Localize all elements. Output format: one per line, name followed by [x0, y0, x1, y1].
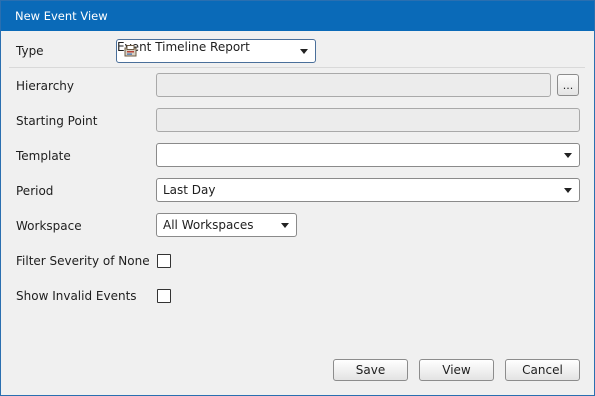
workspace-value: All Workspaces — [163, 218, 254, 232]
chevron-down-icon — [281, 223, 289, 228]
hierarchy-label: Hierarchy — [16, 79, 75, 93]
period-value: Last Day — [163, 183, 216, 197]
cancel-button[interactable]: Cancel — [505, 359, 580, 381]
type-dropdown[interactable]: Event Timeline Report — [116, 39, 316, 63]
view-button[interactable]: View — [419, 359, 494, 381]
period-dropdown[interactable]: Last Day — [156, 178, 580, 202]
filter-severity-label: Filter Severity of None — [16, 254, 150, 268]
dialog-title: New Event View — [15, 9, 108, 23]
filter-severity-checkbox[interactable] — [157, 254, 171, 268]
starting-point-field[interactable] — [156, 108, 580, 132]
chevron-down-icon — [564, 188, 572, 193]
starting-point-label: Starting Point — [16, 114, 98, 128]
title-bar: New Event View — [1, 1, 594, 31]
browse-hierarchy-button[interactable]: ... — [557, 74, 579, 96]
type-label: Type — [16, 44, 44, 58]
template-label: Template — [16, 149, 71, 163]
workspace-label: Workspace — [16, 219, 82, 233]
show-invalid-checkbox[interactable] — [157, 289, 171, 303]
hierarchy-field[interactable] — [156, 73, 551, 97]
chevron-down-icon — [300, 49, 308, 54]
new-event-view-dialog: New Event View Type Event Timeline Repor… — [0, 0, 595, 396]
template-dropdown[interactable] — [156, 143, 580, 167]
divider — [9, 67, 585, 68]
show-invalid-label: Show Invalid Events — [16, 289, 137, 303]
workspace-dropdown[interactable]: All Workspaces — [156, 213, 297, 237]
chevron-down-icon — [564, 153, 572, 158]
period-label: Period — [16, 184, 54, 198]
report-icon — [124, 45, 137, 57]
save-button[interactable]: Save — [333, 359, 408, 381]
